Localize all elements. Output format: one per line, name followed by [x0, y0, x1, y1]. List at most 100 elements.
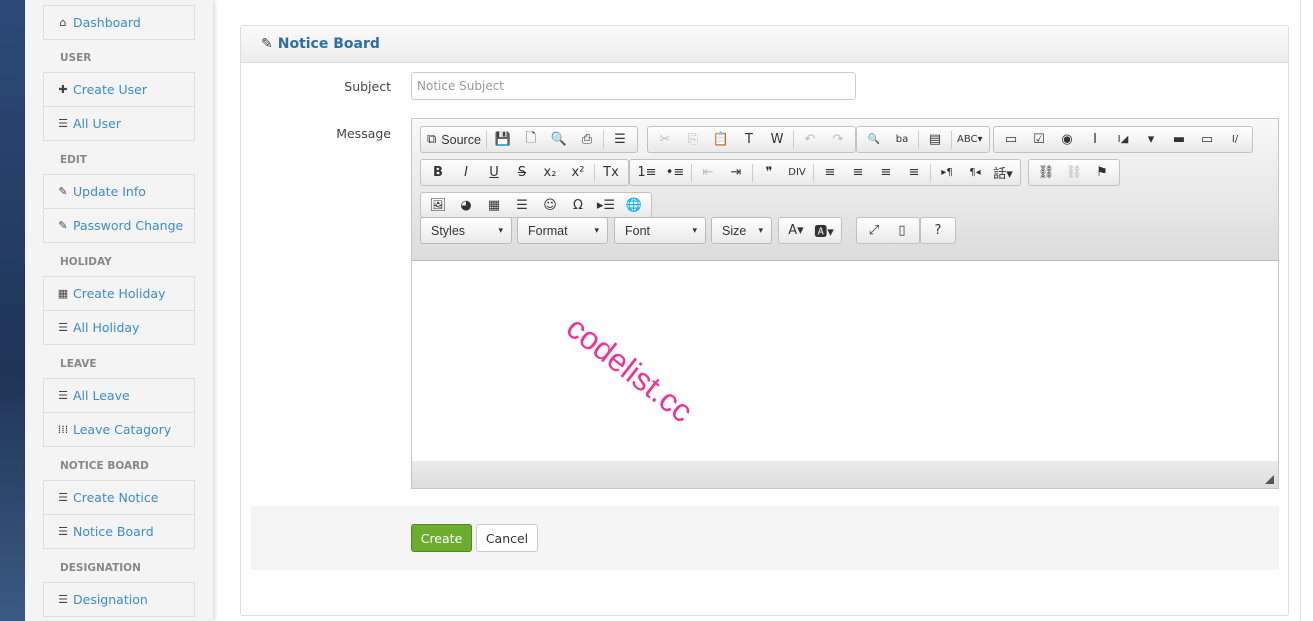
align-right-button[interactable]: ≡: [872, 162, 900, 184]
paste-word-button[interactable]: W: [763, 129, 791, 151]
undo-button[interactable]: ↶: [796, 129, 824, 151]
show-blocks-button[interactable]: ▯: [888, 220, 916, 242]
cancel-button[interactable]: Cancel: [476, 524, 538, 552]
button-button[interactable]: ▬: [1165, 129, 1193, 151]
sidebar-item-create-holiday[interactable]: ▦ Create Holiday: [43, 276, 195, 311]
paste-text-button[interactable]: T: [735, 129, 763, 151]
sidebar-item-all-leave[interactable]: ☰ All Leave: [43, 378, 195, 413]
new-page-button[interactable]: 🗋: [517, 129, 545, 151]
show-blocks-icon: ▯: [898, 223, 906, 238]
sidebar-item-all-user[interactable]: ☰ All User: [43, 106, 195, 141]
font-dropdown[interactable]: Font ▾: [614, 217, 706, 244]
select-button[interactable]: ▾: [1137, 129, 1165, 151]
sidebar-item-all-holiday[interactable]: ☰ All Holiday: [43, 310, 195, 345]
remove-format-button[interactable]: Tx: [597, 162, 625, 184]
toolbar-separator: [752, 163, 753, 182]
align-center-button[interactable]: ≡: [844, 162, 872, 184]
subscript-button[interactable]: x₂: [536, 162, 564, 184]
replace-icon: ba: [895, 134, 909, 145]
format-dropdown[interactable]: Format ▾: [517, 217, 608, 244]
preview-button[interactable]: 🔍: [545, 129, 573, 151]
plus-icon: ✚: [58, 83, 68, 96]
div-button[interactable]: DIV: [783, 162, 811, 184]
scrollbar[interactable]: [1300, 0, 1301, 621]
redo-button[interactable]: ↷: [824, 129, 852, 151]
link-button[interactable]: ⛓: [1032, 162, 1060, 184]
hidden-field-button[interactable]: I/: [1221, 129, 1249, 151]
button-icon: ▬: [1172, 132, 1186, 147]
smiley-button[interactable]: ☺: [536, 194, 564, 216]
subject-input[interactable]: [411, 72, 856, 100]
flash-button[interactable]: ◕: [452, 194, 480, 216]
find-button[interactable]: 🔍: [860, 129, 888, 151]
text-color-button[interactable]: A▾: [782, 220, 810, 242]
select-all-button[interactable]: ▤: [921, 129, 949, 151]
italic-icon: I: [464, 165, 468, 180]
textarea-button[interactable]: I◢: [1109, 129, 1137, 151]
size-dropdown[interactable]: Size ▾: [711, 217, 772, 244]
replace-button[interactable]: ba: [888, 129, 916, 151]
dropdown-label: Styles: [431, 223, 466, 238]
sidebar-item-notice-board[interactable]: ☰ Notice Board: [43, 514, 195, 549]
bold-icon: B: [433, 165, 443, 180]
strike-icon: S: [517, 165, 527, 180]
sidebar-item-dashboard[interactable]: ⌂ Dashboard: [43, 5, 195, 40]
form-button[interactable]: ▭: [997, 129, 1025, 151]
checkbox-button[interactable]: ☑: [1025, 129, 1053, 151]
indent-button[interactable]: ⇥: [722, 162, 750, 184]
bulleted-list-button[interactable]: •≡: [661, 162, 689, 184]
save-button[interactable]: 💾: [489, 129, 517, 151]
text-field-button[interactable]: I: [1081, 129, 1109, 151]
source-button[interactable]: ⧉ Source: [424, 129, 484, 151]
underline-button[interactable]: U: [480, 162, 508, 184]
sidebar-item-password-change[interactable]: ✎ Password Change: [43, 208, 195, 243]
page-break-button[interactable]: ▸☰: [592, 194, 620, 216]
sidebar-item-create-user[interactable]: ✚ Create User: [43, 72, 195, 107]
justify-button[interactable]: ≡: [900, 162, 928, 184]
iframe-button[interactable]: 🌐: [620, 194, 648, 216]
rtl-button[interactable]: ¶◂: [961, 162, 989, 184]
sidebar-item-create-notice[interactable]: ☰ Create Notice: [43, 480, 195, 515]
print-button[interactable]: ⎙: [573, 129, 601, 151]
resize-handle-icon[interactable]: [1265, 475, 1274, 484]
templates-button[interactable]: ☰: [606, 129, 634, 151]
align-left-button[interactable]: ≡: [816, 162, 844, 184]
maximize-button[interactable]: ⤢: [860, 220, 888, 242]
anchor-button[interactable]: ⚑: [1088, 162, 1116, 184]
paste-button[interactable]: 📋: [707, 129, 735, 151]
help-button[interactable]: ?: [924, 220, 952, 242]
sidebar: ⌂ Dashboard USER ✚ Create User ☰ All User EDIT ✎…: [25, 0, 213, 621]
image-button[interactable]: 🖼: [424, 194, 452, 216]
strike-button[interactable]: S: [508, 162, 536, 184]
spellcheck-button[interactable]: ABC▾: [954, 129, 986, 151]
outdent-button[interactable]: ⇤: [694, 162, 722, 184]
ltr-button[interactable]: ▸¶: [933, 162, 961, 184]
styles-dropdown[interactable]: Styles ▾: [420, 217, 512, 244]
sidebar-item-designation[interactable]: ☰ Designation: [43, 582, 195, 617]
numbered-list-button[interactable]: 1≡: [633, 162, 661, 184]
create-button[interactable]: Create: [411, 524, 472, 552]
sidebar-item-label: Password Change: [73, 218, 184, 233]
select-icon: ▾: [1147, 132, 1155, 147]
blockquote-button[interactable]: ❞: [755, 162, 783, 184]
horizontal-line-button[interactable]: ☰: [508, 194, 536, 216]
sidebar-item-label: Dashboard: [73, 15, 141, 30]
cut-button[interactable]: ✂: [651, 129, 679, 151]
unlink-button[interactable]: ⛓: [1060, 162, 1088, 184]
radio-button[interactable]: ◉: [1053, 129, 1081, 151]
sidebar-item-update-info[interactable]: ✎ Update Info: [43, 174, 195, 209]
editor-content[interactable]: codelist.cc: [412, 261, 1278, 461]
table-button[interactable]: ▦: [480, 194, 508, 216]
bold-button[interactable]: B: [424, 162, 452, 184]
special-char-button[interactable]: Ω: [564, 194, 592, 216]
bg-color-button[interactable]: 🅰▾: [810, 220, 838, 242]
copy-button[interactable]: ⎘: [679, 129, 707, 151]
superscript-button[interactable]: x²: [564, 162, 592, 184]
edit-icon: ✎: [261, 36, 273, 52]
language-button[interactable]: 話▾: [989, 162, 1017, 184]
image-button-button[interactable]: ▭: [1193, 129, 1221, 151]
outdent-icon: ⇤: [702, 165, 714, 180]
sidebar-item-label: Create Notice: [73, 490, 159, 505]
sidebar-item-leave-catagory[interactable]: ⁞⁞⁞ Leave Catagory: [43, 412, 195, 447]
italic-button[interactable]: I: [452, 162, 480, 184]
